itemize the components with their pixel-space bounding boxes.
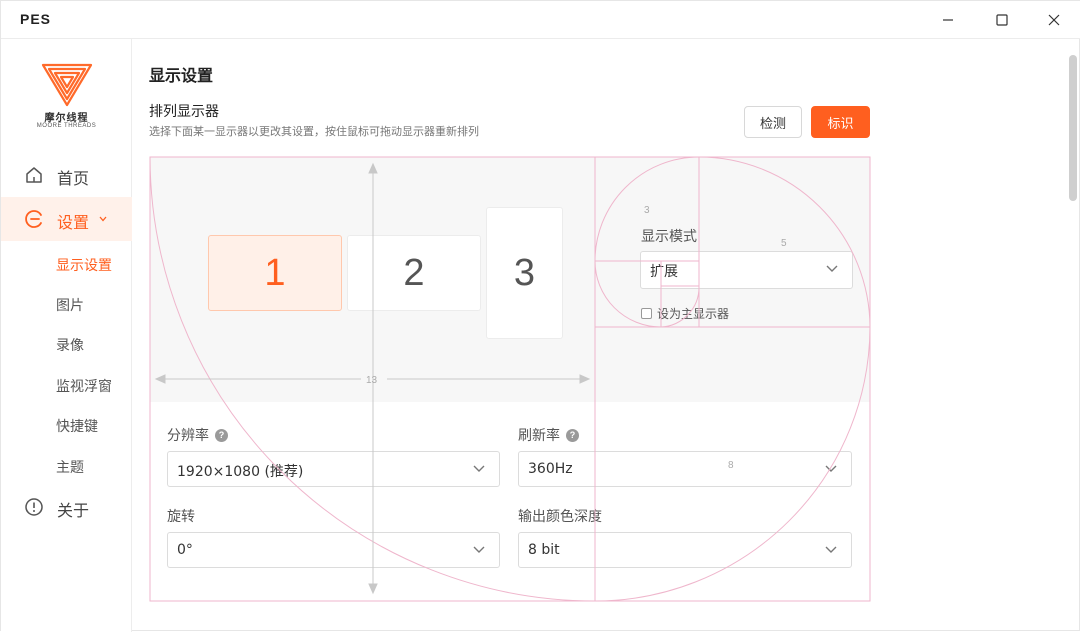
monitor-3[interactable]: 3 — [486, 207, 563, 339]
app-window: PES 摩尔线程 MOORE THREADS 首页 设置 显示设置 图片 录像 … — [0, 0, 1080, 632]
detect-button[interactable]: 检测 — [744, 106, 802, 138]
sidebar-item-about[interactable]: 关于 — [1, 485, 132, 529]
sidebar-item-settings[interactable]: 设置 — [1, 197, 132, 241]
section-description: 选择下面某一显示器以更改其设置，按住鼠标可拖动显示器重新排列 — [149, 125, 479, 138]
display-mode-label: 显示模式 — [641, 229, 697, 245]
refresh-rate-value: 360Hz — [528, 461, 573, 477]
monitor-2[interactable]: 2 — [347, 235, 481, 311]
monitor-arrangement-area[interactable]: 1 2 3 显示模式 扩展 设为主显示器 — [150, 157, 870, 402]
resolution-label-text: 分辨率 — [167, 428, 209, 444]
sidebar-item-label: 首页 — [57, 169, 90, 188]
home-icon — [26, 167, 42, 183]
title-bar: PES — [1, 1, 1080, 39]
close-button[interactable] — [1031, 1, 1077, 39]
sidebar-subitem-monitor-overlay[interactable]: 监视浮窗 — [56, 376, 112, 396]
rotation-label: 旋转 — [167, 509, 195, 525]
sidebar-subitem-hotkeys[interactable]: 快捷键 — [56, 416, 98, 436]
display-mode-select[interactable]: 扩展 — [640, 251, 853, 289]
close-icon — [1048, 14, 1060, 26]
chevron-down-icon — [473, 546, 485, 553]
settings-icon — [25, 210, 42, 228]
rotation-select[interactable]: 0° — [167, 532, 500, 568]
refresh-rate-label: 刷新率 ? — [518, 425, 579, 445]
identify-button[interactable]: 标识 — [811, 106, 870, 138]
help-icon[interactable]: ? — [215, 428, 228, 442]
minimize-button[interactable] — [925, 1, 971, 39]
minimize-icon — [943, 19, 953, 21]
chevron-down-icon — [826, 265, 838, 272]
sidebar-item-label: 关于 — [57, 501, 90, 520]
resolution-select[interactable]: 1920×1080 (推荐) — [167, 451, 500, 487]
moore-threads-logo-icon — [41, 63, 93, 107]
refresh-rate-label-text: 刷新率 — [518, 428, 560, 444]
help-icon[interactable]: ? — [566, 428, 579, 442]
page-title: 显示设置 — [149, 66, 214, 85]
chevron-down-icon — [473, 465, 485, 472]
sidebar-item-home[interactable]: 首页 — [1, 153, 132, 197]
color-depth-select[interactable]: 8 bit — [518, 532, 852, 568]
sidebar-subitem-display[interactable]: 显示设置 — [56, 255, 112, 275]
sidebar: 摩尔线程 MOORE THREADS 首页 设置 显示设置 图片 录像 监视浮窗… — [1, 39, 132, 632]
app-name: PES — [20, 11, 52, 27]
color-depth-label: 输出颜色深度 — [518, 509, 602, 525]
display-mode-value: 扩展 — [650, 264, 678, 280]
logo-text-en: MOORE THREADS — [36, 123, 97, 129]
sidebar-subitem-picture[interactable]: 图片 — [56, 295, 84, 315]
refresh-rate-select[interactable]: 360Hz — [518, 451, 852, 487]
sidebar-item-label: 设置 — [57, 213, 90, 232]
maximize-button[interactable] — [979, 1, 1025, 39]
resolution-label: 分辨率 ? — [167, 425, 228, 445]
primary-display-label: 设为主显示器 — [657, 307, 730, 321]
monitor-1[interactable]: 1 — [208, 235, 342, 311]
sidebar-subitem-theme[interactable]: 主题 — [56, 457, 84, 477]
chevron-down-icon — [99, 216, 107, 222]
info-icon — [25, 498, 43, 516]
chevron-down-icon — [825, 546, 837, 553]
color-depth-value: 8 bit — [528, 542, 560, 558]
resolution-value: 1920×1080 (推荐) — [177, 464, 304, 480]
maximize-icon — [996, 14, 1008, 26]
rotation-value: 0° — [177, 542, 193, 558]
primary-display-checkbox[interactable] — [641, 308, 652, 319]
chevron-down-icon — [825, 465, 837, 472]
scrollbar-thumb[interactable] — [1069, 55, 1077, 201]
section-title: 排列显示器 — [149, 104, 219, 120]
sidebar-subitem-recording[interactable]: 录像 — [56, 335, 84, 355]
logo-text-cn: 摩尔线程 — [44, 113, 89, 124]
display-settings-panel: 1 2 3 显示模式 扩展 设为主显示器 分辨率 ? 1920×1080 (推荐… — [150, 157, 870, 601]
